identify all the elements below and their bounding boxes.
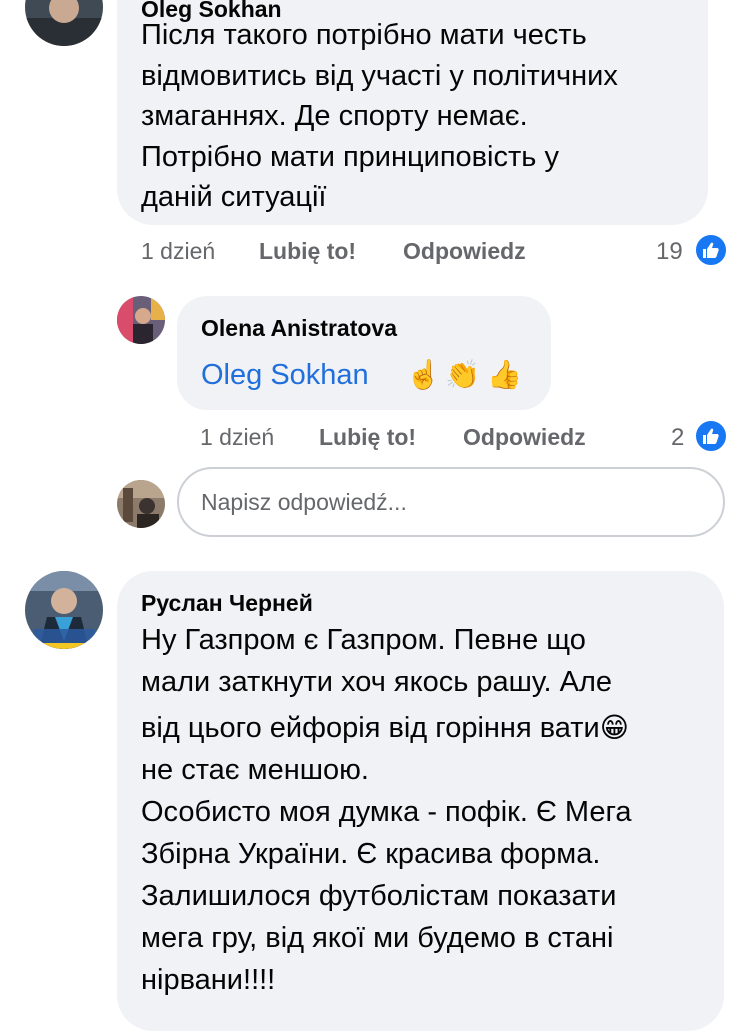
like-button[interactable]: Lubię to! xyxy=(319,424,416,451)
comment-text: Ну Газпром є Газпром. Певне що мали затк… xyxy=(141,619,632,1001)
comment-text-line: не стає меншою. xyxy=(141,754,369,786)
avatar-oleg-sokhan[interactable] xyxy=(25,0,103,46)
avatar-olena-anistratova[interactable] xyxy=(117,296,165,344)
comment-bubble-ruslan: Руслан Черней Ну Газпром є Газпром. Певн… xyxy=(117,571,724,1031)
comment-text: Після такого потрібно мати честь відмови… xyxy=(141,15,618,218)
grinning-face-emoji-icon: 😁 xyxy=(599,712,629,743)
like-reaction-icon xyxy=(694,233,728,267)
like-count[interactable]: 19 xyxy=(656,238,683,266)
comment-text-line: відмовитись від участі у політичних xyxy=(141,59,618,92)
clapping-hands-emoji-icon: 👏 xyxy=(445,359,480,390)
comment-text-line: від цього ейфорія від горіння вати😁 xyxy=(141,707,632,749)
like-count[interactable]: 2 xyxy=(671,424,684,452)
reply-button[interactable]: Odpowiedz xyxy=(463,424,586,451)
reply-button[interactable]: Odpowiedz xyxy=(403,238,526,265)
comment-text-line: Залишилося футболістам показати xyxy=(141,880,617,912)
comment-bubble-olena: Olena Anistratova Oleg Sokhan ☝️ 👏 👍 xyxy=(177,296,551,410)
comment-timestamp[interactable]: 1 dzień xyxy=(200,424,274,451)
comment-text-segment: від цього ейфорія від горіння вати xyxy=(141,712,600,744)
comment-timestamp[interactable]: 1 dzień xyxy=(141,238,215,265)
like-button[interactable]: Lubię to! xyxy=(259,238,356,265)
comment-text-line: Збірна України. Є красива форма. xyxy=(141,838,601,870)
comment-text-line: даній ситуації xyxy=(141,181,327,213)
comment-text-line: мега гру, від якої ми будемо в стані xyxy=(141,922,614,954)
comment-author[interactable]: Руслан Черней xyxy=(141,590,313,617)
comment-author[interactable]: Olena Anistratova xyxy=(201,315,397,342)
comment-text-line: Ну Газпром є Газпром. Певне що xyxy=(141,624,586,656)
comment-bubble-oleg: Oleg Sokhan Після такого потрібно мати ч… xyxy=(117,0,708,225)
comment-text-line: нірвани!!!! xyxy=(141,964,276,996)
reply-input[interactable]: Napisz odpowiedź... xyxy=(177,467,725,537)
thumbs-up-emoji-icon: 👍 xyxy=(487,359,522,390)
avatar-ruslan-cherney[interactable] xyxy=(25,571,103,649)
comment-text-line: змаганнях. Де спорту немає. xyxy=(141,100,528,132)
comment-text-line: Особисто моя думка - пофік. Є Мега xyxy=(141,796,632,828)
current-user-avatar xyxy=(117,480,165,528)
mention-link[interactable]: Oleg Sokhan xyxy=(201,359,369,392)
reply-input-placeholder: Napisz odpowiedź... xyxy=(201,489,407,515)
comment-text-line: Потрібно мати принциповість у xyxy=(141,140,559,173)
point-up-emoji-icon: ☝️ xyxy=(406,359,441,390)
like-reaction-icon xyxy=(694,419,728,453)
comment-text-line: мали заткнути хоч якось рашу. Але xyxy=(141,666,613,698)
comment-text-line: Після такого потрібно мати честь xyxy=(141,19,587,51)
